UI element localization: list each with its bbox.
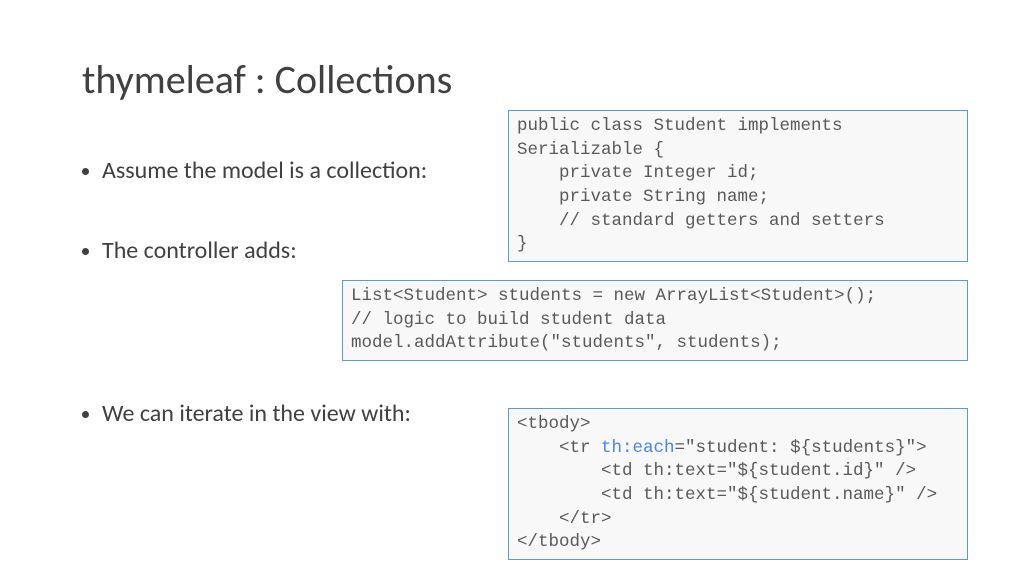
bullet-text: We can iterate in the view with: — [102, 398, 411, 430]
bullet-item: The controller adds: — [82, 235, 427, 267]
code-block-student-class: public class Student implements Serializ… — [508, 110, 968, 262]
bullet-text: The controller adds: — [102, 235, 297, 267]
bullet-item: We can iterate in the view with: — [82, 398, 427, 430]
code-block-view-template: <tbody> <tr th:each="student: ${students… — [508, 408, 968, 560]
code-keyword: th:each — [601, 438, 675, 458]
bullet-dot-icon — [82, 411, 89, 418]
slide-title: thymeleaf : Collections — [82, 55, 452, 104]
code-text: <tbody> <tr — [517, 414, 601, 458]
bullet-dot-icon — [82, 248, 89, 255]
bullet-text: Assume the model is a collection: — [102, 155, 427, 187]
bullet-item: Assume the model is a collection: — [82, 155, 427, 187]
code-block-controller: List<Student> students = new ArrayList<S… — [342, 280, 968, 361]
bullet-dot-icon — [82, 168, 89, 175]
